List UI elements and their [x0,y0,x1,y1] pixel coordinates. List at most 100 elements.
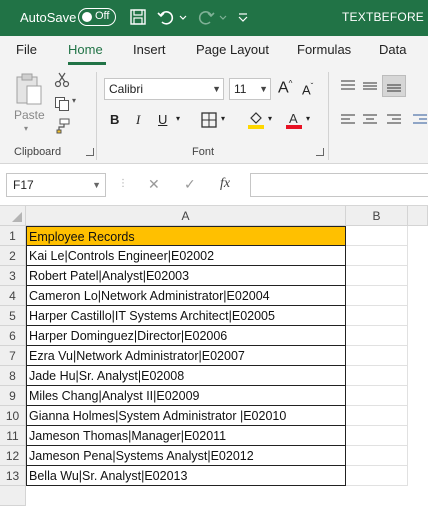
row-header[interactable]: 8 [0,366,26,386]
table-cell[interactable]: Jade Hu|Sr. Analyst|E02008 [26,366,346,386]
select-all-button[interactable] [0,206,26,226]
borders-dropdown-icon[interactable]: ▾ [221,114,225,123]
table-cell[interactable] [346,306,408,326]
row-header[interactable]: 9 [0,386,26,406]
align-bottom-icon [387,84,401,92]
formula-input[interactable] [250,173,428,197]
font-launcher-icon[interactable] [316,148,324,156]
row-header[interactable]: 10 [0,406,26,426]
group-separator [96,72,97,160]
table-cell[interactable]: Robert Patel|Analyst|E02003 [26,266,346,286]
align-center-icon[interactable] [362,112,378,128]
cell-a1-title[interactable]: Employee Records [26,226,346,246]
font-color-dropdown-icon[interactable]: ▾ [306,114,310,123]
table-cell[interactable] [346,386,408,406]
font-name-select[interactable]: Calibri ▼ [104,78,224,100]
chevron-down-icon: ▼ [259,84,268,94]
column-header-c[interactable] [408,206,428,226]
table-cell[interactable] [346,326,408,346]
align-left-icon[interactable] [340,112,356,128]
underline-dropdown-icon[interactable]: ▾ [176,114,180,123]
redo-dropdown-icon[interactable] [218,7,228,27]
decrease-font-size-button[interactable]: Aˇ [302,82,313,97]
customize-toolbar-icon[interactable] [236,7,250,27]
tab-file[interactable]: File [16,42,37,57]
save-icon[interactable] [128,7,148,27]
insert-function-button[interactable]: fx [220,176,230,192]
table-cell[interactable]: Harper Dominguez|Director|E02006 [26,326,346,346]
table-cell[interactable]: Bella Wu|Sr. Analyst|E02013 [26,466,346,486]
undo-icon[interactable] [156,7,176,27]
autosave-toggle[interactable]: Off [78,8,116,26]
table-cell[interactable]: Kai Le|Controls Engineer|E02002 [26,246,346,266]
font-size-select[interactable]: 11 ▼ [229,78,271,100]
row-header[interactable]: 13 [0,466,26,486]
copy-dropdown-icon[interactable]: ▾ [72,96,76,105]
table-cell[interactable]: Ezra Vu|Network Administrator|E02007 [26,346,346,366]
tab-insert[interactable]: Insert [133,42,166,57]
table-cell[interactable]: Jameson Thomas|Manager|E02011 [26,426,346,446]
column-header-a[interactable]: A [26,206,346,226]
row-header[interactable]: 5 [0,306,26,326]
row-header[interactable]: 2 [0,246,26,266]
borders-icon[interactable] [200,111,218,129]
table-cell[interactable] [346,426,408,446]
underline-button[interactable]: U [158,112,167,127]
enter-icon[interactable]: ✓ [184,176,196,193]
select-all-icon [12,212,22,222]
table-cell[interactable] [346,406,408,426]
document-title: TEXTBEFORE [342,10,425,24]
table-cell[interactable]: Miles Chang|Analyst II|E02009 [26,386,346,406]
table-cell[interactable] [346,226,408,246]
table-cell[interactable] [346,346,408,366]
row-header[interactable]: 3 [0,266,26,286]
copy-icon[interactable] [54,96,70,112]
name-box-value: F17 [13,178,34,192]
cancel-icon[interactable]: ✕ [148,176,160,193]
row-header[interactable] [0,486,26,506]
table-cell[interactable] [346,286,408,306]
table-cell[interactable]: Jameson Pena|Systems Analyst|E02012 [26,446,346,466]
table-cell[interactable] [346,266,408,286]
toggle-knob [82,12,92,22]
table-cell[interactable] [346,446,408,466]
column-header-b[interactable]: B [346,206,408,226]
table-cell[interactable]: Cameron Lo|Network Administrator|E02004 [26,286,346,306]
tab-home[interactable]: Home [68,42,103,57]
row-header[interactable]: 7 [0,346,26,366]
paste-dropdown-icon[interactable]: ▾ [24,124,28,133]
cut-icon[interactable] [54,72,70,88]
decrease-indent-icon[interactable] [412,112,428,128]
row-header[interactable]: 11 [0,426,26,446]
row-header[interactable]: 12 [0,446,26,466]
font-color-icon[interactable]: A [284,110,304,130]
paste-icon[interactable] [14,72,44,108]
table-cell[interactable] [346,466,408,486]
fill-color-icon[interactable] [246,110,266,130]
undo-dropdown-icon[interactable] [178,7,188,27]
redo-icon[interactable] [196,7,216,27]
row-header[interactable]: 1 [0,226,26,246]
bold-button[interactable]: B [110,112,119,127]
tab-page-layout[interactable]: Page Layout [196,42,269,57]
row-header[interactable]: 6 [0,326,26,346]
row-header[interactable]: 4 [0,286,26,306]
align-middle-icon[interactable] [362,78,378,94]
tab-formulas[interactable]: Formulas [297,42,351,57]
format-painter-icon[interactable] [54,118,70,134]
tab-data[interactable]: Data [379,42,406,57]
fill-color-dropdown-icon[interactable]: ▾ [268,114,272,123]
paste-label[interactable]: Paste [14,108,45,122]
table-cell[interactable]: Gianna Holmes|System Administrator |E020… [26,406,346,426]
increase-font-size-button[interactable]: A^ [278,79,292,97]
autosave-toggle-state: Off [95,10,110,22]
table-cell[interactable] [346,366,408,386]
table-cell[interactable]: Harper Castillo|IT Systems Architect|E02… [26,306,346,326]
align-right-icon[interactable] [386,112,402,128]
table-cell[interactable] [346,246,408,266]
clipboard-launcher-icon[interactable] [86,148,94,156]
name-box[interactable]: F17 ▼ [6,173,106,197]
align-bottom-button[interactable] [382,75,406,97]
italic-button[interactable]: I [136,112,140,128]
align-top-icon[interactable] [340,78,356,94]
